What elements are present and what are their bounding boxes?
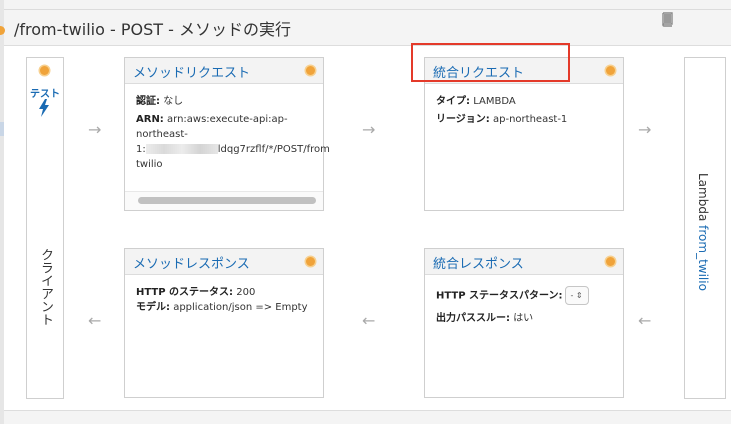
book-icon[interactable] [661,12,674,27]
arn-line2: northeast- [136,129,188,140]
arrow-right-1: → [88,120,102,139]
type-label: タイプ: [436,96,470,107]
http-status-label: HTTP のステータス: [136,287,234,298]
status-pattern-value: - [570,291,574,300]
method-response-body: HTTP のステータス: 200 モデル: application/json =… [125,275,323,315]
type-value: LAMBDA [473,96,516,107]
http-status-value: 200 [236,287,256,298]
integration-response-header: 統合レスポンス [425,249,623,275]
integration-response-box: 統合レスポンス HTTP ステータスパターン: - ⇕ 出力パススルー: はい [424,248,624,398]
lightning-bolt-icon[interactable] [38,99,50,117]
integration-response-status-dot [606,257,615,266]
arn-line1: arn:aws:execute-api:ap- [167,114,288,125]
test-link[interactable]: テスト [27,85,63,100]
passthrough-value: はい [513,313,534,324]
lambda-function-link[interactable]: from_twilio [696,225,710,291]
arrow-right-3: → [638,120,652,139]
client-label: クライアント [38,248,53,326]
status-dot [0,26,5,35]
status-pattern-label: HTTP ステータスパターン: [436,290,563,302]
integration-response-body: HTTP ステータスパターン: - ⇕ 出力パススルー: はい [425,275,623,326]
status-pattern-select[interactable]: - ⇕ [564,286,589,305]
arn-line3-prefix: 1: [136,144,146,155]
arrow-right-2: → [362,120,376,139]
method-response-status-dot [306,257,315,266]
scrollbar-thumb[interactable] [138,197,316,204]
method-response-box: メソッドレスポンス HTTP のステータス: 200 モデル: applicat… [124,248,324,398]
lambda-prefix: Lambda [696,173,710,222]
method-response-link[interactable]: メソッドレスポンス [133,253,250,272]
client-column: テスト クライアント [26,57,64,399]
method-request-link[interactable]: メソッドリクエスト [133,62,250,81]
arrow-left-1: ← [88,311,102,330]
arn-line3-suffix: ldqg7rzflf/*/POST/from [217,144,330,155]
arrow-left-3: ← [638,311,652,330]
highlight-annotation [411,43,570,82]
horizontal-scrollbar[interactable] [125,191,323,210]
header-divider [4,9,731,10]
arrow-left-2: ← [362,311,376,330]
auth-label: 認証: [136,96,160,107]
integration-request-body: タイプ: LAMBDA リージョン: ap-northeast-1 [425,84,623,127]
page-title: /from-twilio - POST - メソッドの実行 [14,20,291,39]
method-request-box: メソッドリクエスト 認証: なし ARN: arn:aws:execute-ap… [124,57,330,211]
method-request-body: 認証: なし ARN: arn:aws:execute-api:ap- nort… [125,84,330,172]
arn-line4: twilio [136,159,163,170]
method-request-status-dot [306,66,315,75]
integration-request-status-dot [606,66,615,75]
arn-redacted [145,144,218,154]
method-request-header: メソッドリクエスト [125,58,323,84]
region-label: リージョン: [436,114,490,125]
region-value: ap-northeast-1 [493,114,568,125]
passthrough-label: 出力パススルー: [436,313,510,324]
lambda-label: Lambda from_twilio [696,173,710,291]
lambda-column: Lambda from_twilio [684,57,726,399]
integration-response-link[interactable]: 統合レスポンス [433,253,524,272]
arn-label: ARN: [136,114,164,125]
auth-value: なし [163,96,184,107]
model-label: モデル: [136,302,170,313]
method-response-header: メソッドレスポンス [125,249,323,275]
client-status-dot [40,66,49,75]
model-value: application/json => Empty [173,302,308,313]
